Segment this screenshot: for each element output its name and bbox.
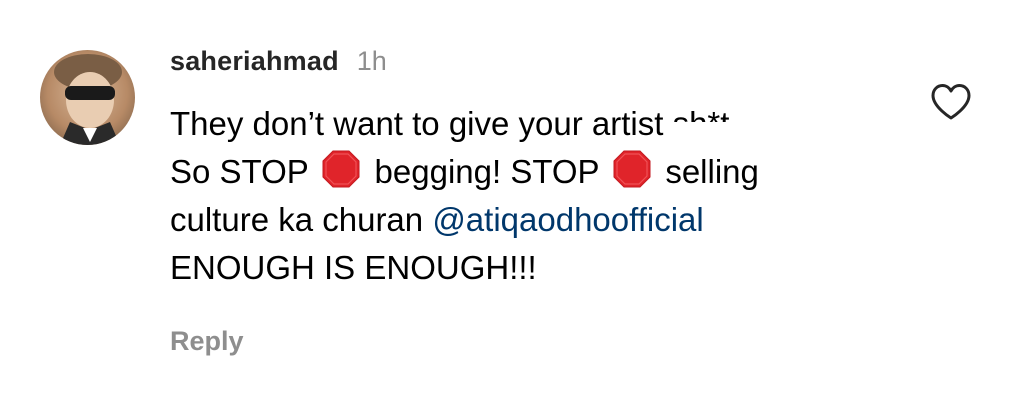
username[interactable]: saheriahmad <box>170 46 339 77</box>
mention-link[interactable]: @atiqaodhoofficial <box>432 201 703 238</box>
comment-text-segment: They don’t want to give your artist <box>170 105 664 142</box>
comment-meta: saheriahmad 1h <box>170 46 890 86</box>
heart-icon[interactable] <box>930 83 972 121</box>
comment-line-1: They don’t want to give your artist sh*t <box>170 100 890 148</box>
comment-text-segment: begging! STOP <box>374 153 599 190</box>
comment-item: saheriahmad 1h They don’t want to give y… <box>0 0 1024 400</box>
comment-body: saheriahmad 1h They don’t want to give y… <box>170 46 890 357</box>
comment-line-3: culture ka churan @atiqaodhoofficial <box>170 196 890 244</box>
stop-sign-icon <box>613 150 651 188</box>
comment-text-cutoff: sh*t <box>673 100 730 122</box>
avatar-image <box>40 50 135 145</box>
comment-text-segment: So STOP <box>170 153 309 190</box>
reply-button[interactable]: Reply <box>170 326 890 357</box>
comment-text-segment: culture ka churan <box>170 201 424 238</box>
comment-line-4: ENOUGH IS ENOUGH!!! <box>170 244 890 292</box>
comment-text-segment: selling <box>665 153 759 190</box>
comment-line-2: So STOP begging! STOP selling <box>170 148 890 196</box>
timestamp: 1h <box>356 46 387 76</box>
comment-text: They don’t want to give your artist sh*t… <box>170 100 890 292</box>
stop-sign-icon <box>322 150 360 188</box>
comment-text-segment: ENOUGH IS ENOUGH!!! <box>170 249 537 286</box>
avatar[interactable] <box>40 50 135 145</box>
